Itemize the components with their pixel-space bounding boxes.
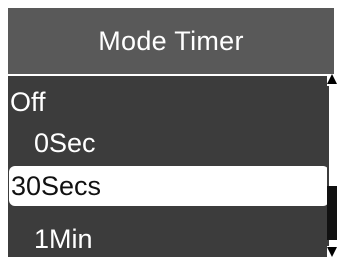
list-item-1min[interactable]: 1Min <box>8 221 330 257</box>
list-item-0sec[interactable]: 0Sec <box>8 125 330 161</box>
list-item-label: 30Secs <box>11 171 102 201</box>
scrollbar[interactable] <box>327 74 337 257</box>
list-item-label: 0Sec <box>34 128 96 158</box>
page-title: Mode Timer <box>98 26 244 56</box>
list-item-label: Off <box>10 87 46 117</box>
scroll-thumb[interactable] <box>327 186 337 240</box>
list-item-30secs-selected[interactable]: 30Secs <box>9 166 329 206</box>
scroll-down-arrow-icon[interactable] <box>327 247 337 257</box>
scroll-up-arrow-icon[interactable] <box>327 74 337 84</box>
list-item-label: 1Min <box>34 224 93 254</box>
title-bar: Mode Timer <box>8 8 334 74</box>
mode-timer-screen: Mode Timer Off 0Sec 30Secs 1Min <box>0 0 342 257</box>
list-item-off[interactable]: Off <box>8 84 330 120</box>
option-list: Off 0Sec 30Secs 1Min <box>8 76 334 257</box>
